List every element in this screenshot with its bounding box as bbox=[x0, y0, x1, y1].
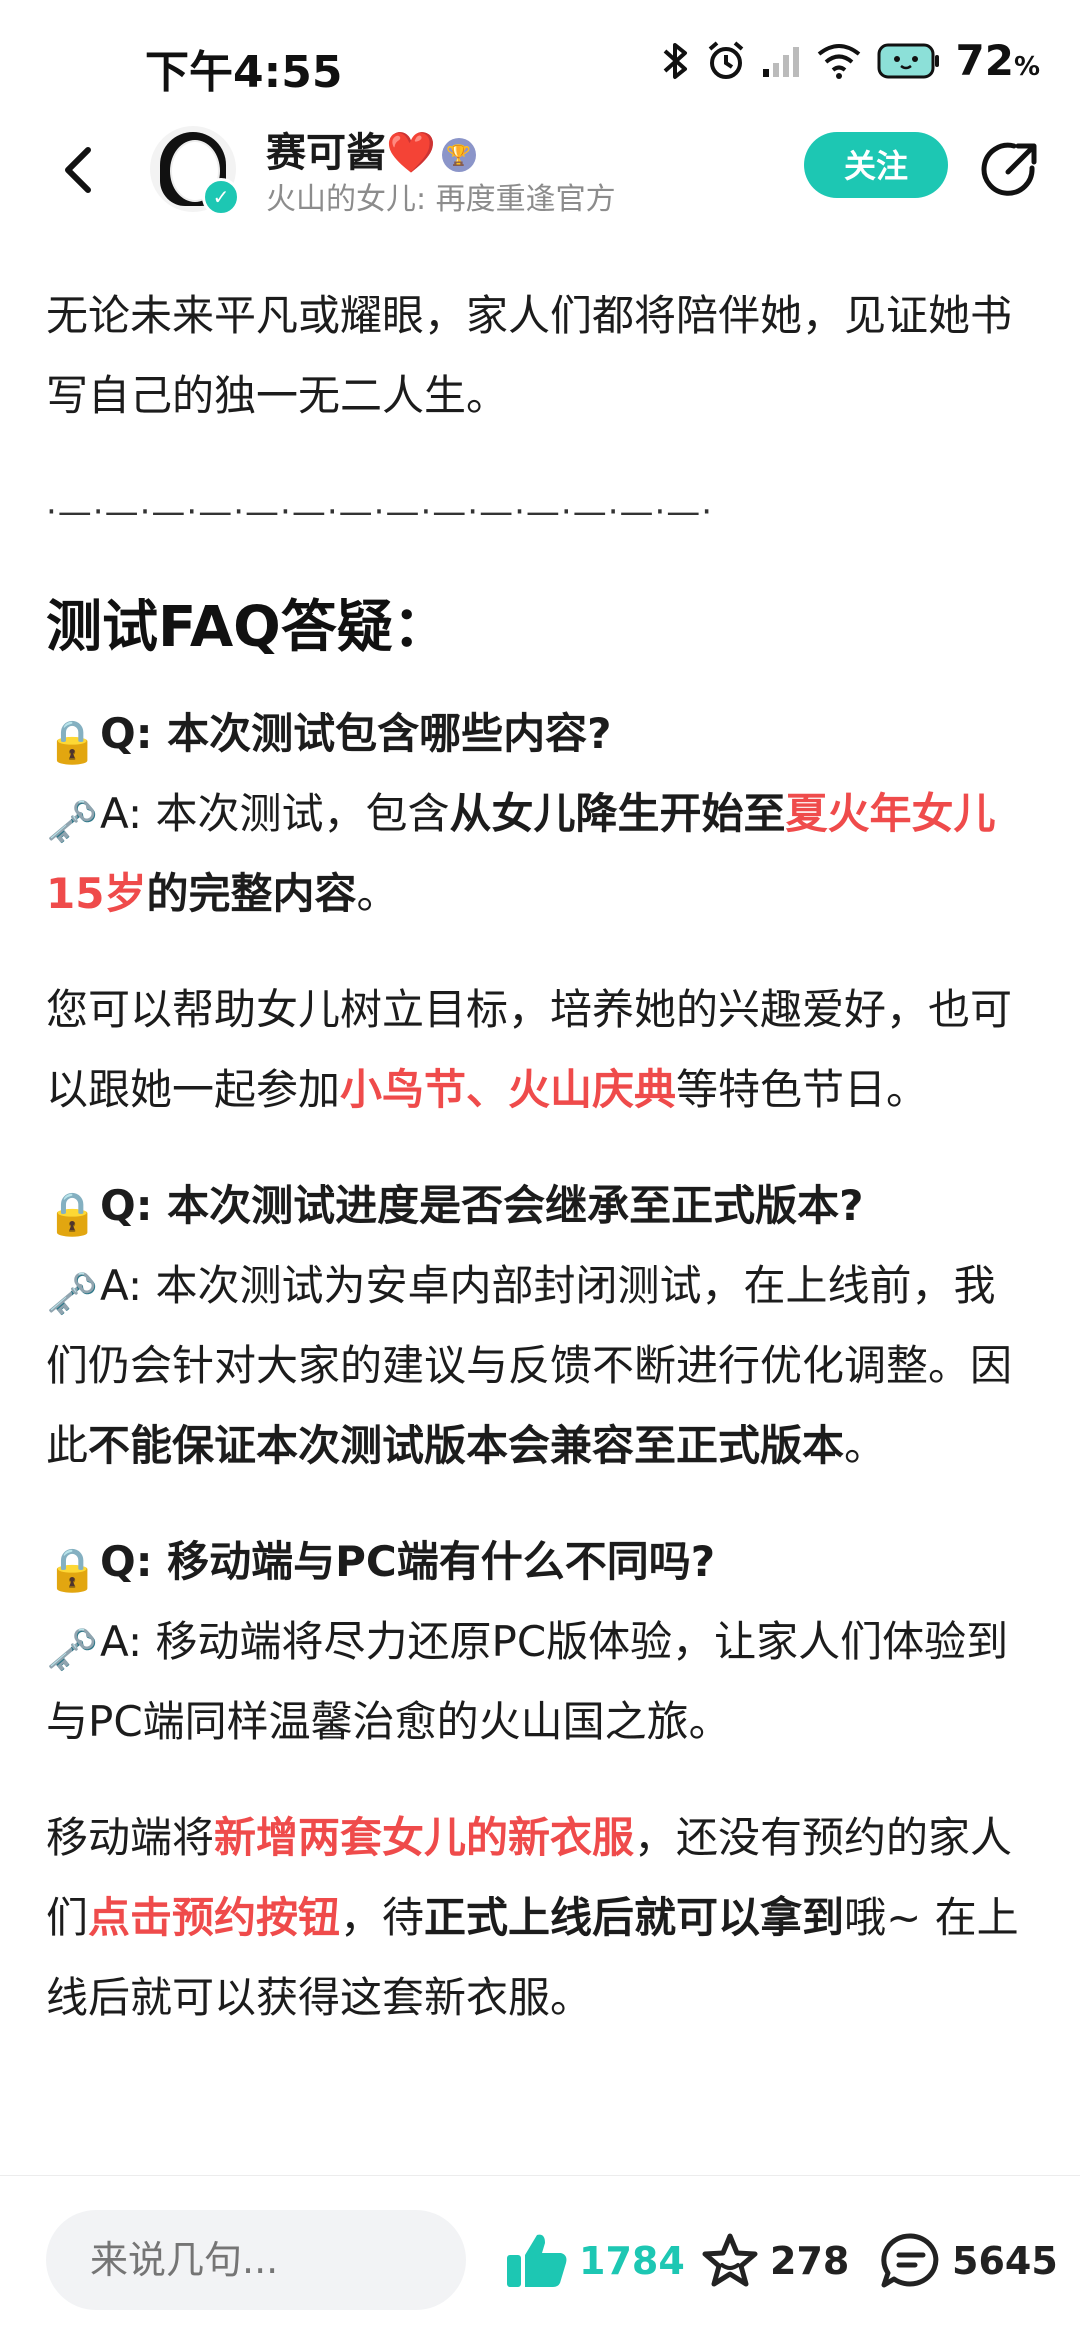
star-icon bbox=[702, 2233, 758, 2287]
paragraph-festivals: 您可以帮助女儿树立目标，培养她的兴趣爱好，也可以跟她一起参加小鸟节、火山庆典等特… bbox=[46, 985, 1013, 1114]
faq-question-1: 🔒Q: 本次测试包含哪些内容? bbox=[46, 694, 1036, 774]
article-body[interactable]: 成长提供新的方向，发生更多不同的连结。 无论未来平凡或耀眼，家人们都将陪伴她，见… bbox=[0, 220, 1080, 2175]
lock-icon: 🔒 bbox=[46, 717, 99, 766]
key-icon: 🗝️ bbox=[46, 1269, 99, 1318]
comment-bubble-icon bbox=[881, 2233, 939, 2288]
faq-question-3: 🔒Q: 移动端与PC端有什么不同吗? bbox=[46, 1522, 1036, 1602]
author-subtitle: 火山的女儿: 再度重逢官方 bbox=[266, 182, 616, 217]
status-time: 下午4:55 bbox=[145, 47, 343, 98]
faq-question-2: 🔒Q: 本次测试进度是否会继承至正式版本? bbox=[46, 1166, 1036, 1246]
divider: ·—·—·—·—·—·—·—·—·—·—·—·—·—·—· bbox=[46, 492, 714, 532]
follow-button[interactable]: 关注 bbox=[804, 132, 948, 198]
signal-icon bbox=[763, 46, 800, 77]
paragraph-future: 无论未来平凡或耀眼，家人们都将陪伴她，见证她书写自己的独一无二人生。 bbox=[46, 291, 1013, 420]
post-header: ✓ 赛可酱❤️ 🏆 火山的女儿: 再度重逢官方 关注 bbox=[0, 120, 1080, 220]
status-bar: 下午4:55 72% bbox=[0, 0, 1080, 120]
paragraph-new-outfits: 移动端将新增两套女儿的新衣服，还没有预约的家人们点击预约按钮，待正式上线后就可以… bbox=[46, 1813, 1019, 2022]
favorite-button[interactable]: 278 bbox=[700, 2216, 849, 2306]
verified-badge-icon: ✓ bbox=[202, 178, 240, 216]
battery-level: 72% bbox=[955, 36, 1040, 85]
status-icons: 72% bbox=[661, 36, 1040, 85]
trophy-badge-icon: 🏆 bbox=[441, 138, 476, 172]
faq-title: 测试FAQ答疑： bbox=[46, 595, 449, 660]
faq-answer-1: 🗝️A: 本次测试，包含从女儿降生开始至夏火年女儿15岁的完整内容。 bbox=[46, 774, 1036, 934]
bluetooth-icon bbox=[664, 42, 688, 79]
author-name[interactable]: 赛可酱❤️ 🏆 bbox=[266, 120, 476, 178]
bottom-action-bar: 1784 278 5645 bbox=[0, 2175, 1080, 2341]
author-avatar[interactable]: ✓ bbox=[150, 126, 240, 216]
comment-input[interactable] bbox=[46, 2210, 466, 2310]
lock-icon: 🔒 bbox=[46, 1545, 99, 1594]
faq-answer-3: 🗝️A: 移动端将尽力还原PC版体验，让家人们体验到与PC端同样温馨治愈的火山国… bbox=[46, 1602, 1036, 1762]
key-icon: 🗝️ bbox=[46, 797, 99, 846]
alarm-icon bbox=[709, 40, 744, 79]
lock-icon: 🔒 bbox=[46, 1189, 99, 1238]
faq-answer-2: 🗝️A: 本次测试为安卓内部封闭测试，在上线前，我们仍会针对大家的建议与反馈不断… bbox=[46, 1246, 1036, 1486]
thumbs-up-icon bbox=[507, 2234, 567, 2287]
back-icon[interactable] bbox=[50, 140, 110, 200]
like-count: 1784 bbox=[579, 2239, 685, 2283]
paragraph-partial: 成长提供新的方向，发生更多不同的连结。 bbox=[46, 220, 1036, 240]
key-icon: 🗝️ bbox=[46, 1625, 99, 1674]
comment-count: 5645 bbox=[952, 2239, 1058, 2283]
heart-icon: ❤️ bbox=[386, 130, 436, 176]
wifi-icon bbox=[818, 43, 861, 79]
share-icon[interactable] bbox=[980, 140, 1040, 200]
like-button[interactable]: 1784 bbox=[505, 2216, 685, 2306]
battery-icon bbox=[877, 43, 940, 78]
comments-button[interactable]: 5645 bbox=[880, 2216, 1058, 2306]
favorite-count: 278 bbox=[770, 2239, 850, 2283]
